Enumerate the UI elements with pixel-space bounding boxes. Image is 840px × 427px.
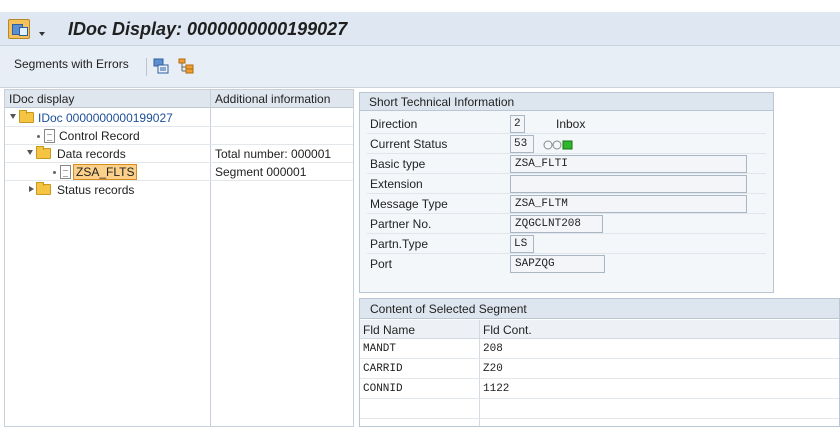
tree-header: IDoc display Additional information	[5, 90, 353, 108]
tree-bullet	[53, 171, 56, 174]
expand-right-icon[interactable]	[29, 186, 34, 192]
partner-type-field[interactable]: LS	[510, 235, 534, 253]
field-label: Partn.Type	[370, 237, 429, 251]
field-row-direction: Direction 2 Inbox	[367, 114, 766, 134]
table-row[interactable]: MANDT 208	[360, 340, 839, 359]
table-row[interactable]: CARRID Z20	[360, 360, 839, 379]
field-value-cell: 1122	[483, 383, 510, 395]
folder-open-icon	[19, 110, 34, 123]
field-label: Partner No.	[370, 217, 432, 231]
short-technical-info-panel: Short Technical Information Direction 2 …	[359, 92, 774, 293]
message-type-field[interactable]: ZSA_FLTM	[510, 195, 747, 213]
table-row[interactable]	[360, 400, 839, 419]
current-status-field[interactable]: 53	[510, 135, 534, 153]
field-label: Port	[370, 257, 393, 271]
folder-open-icon	[36, 146, 51, 159]
field-label: Basic type	[370, 157, 426, 171]
field-label: Extension	[370, 177, 423, 191]
tree-col-header-idoc-display[interactable]: IDoc display	[9, 92, 74, 106]
field-label: Message Type	[370, 197, 448, 211]
tree-item-label-selected: ZSA_FLTS	[73, 164, 138, 180]
port-field[interactable]: SAPZQG	[510, 255, 605, 273]
field-row-extension: Extension	[367, 174, 766, 194]
field-value-cell: Z20	[483, 363, 503, 375]
document-icon	[60, 165, 71, 179]
title-bar: IDoc Display: 0000000000199027	[0, 12, 840, 46]
tree-item-idoc[interactable]: IDoc 0000000000199027	[5, 109, 353, 127]
field-name-cell: CARRID	[363, 363, 403, 375]
table-row[interactable]: CONNID 1122	[360, 380, 839, 399]
field-value-cell: 208	[483, 343, 503, 355]
tree-item-control-record[interactable]: Control Record	[5, 127, 353, 145]
idoc-tree-panel: IDoc display Additional information IDoc…	[4, 89, 354, 427]
tree-item-label: IDoc 0000000000199027	[38, 111, 173, 125]
tree-item-data-records[interactable]: Data records Total number: 000001	[5, 145, 353, 163]
tree-item-label: Control Record	[59, 129, 140, 143]
partner-no-field[interactable]: ZQGCLNT208	[510, 215, 603, 233]
folder-closed-icon	[36, 182, 51, 195]
basic-type-field[interactable]: ZSA_FLTI	[510, 155, 747, 173]
tree-item-label: Status records	[57, 183, 135, 197]
field-row-partner-type: Partn.Type LS	[367, 234, 766, 254]
menu-dropdown-icon[interactable]	[39, 32, 45, 36]
direction-text: Inbox	[556, 117, 586, 131]
field-row-port: Port SAPZQG	[367, 254, 766, 274]
tree-item-info: Segment 000001	[215, 165, 307, 179]
structure-display-icon[interactable]	[153, 58, 169, 74]
field-row-current-status: Current Status 53	[367, 134, 766, 154]
toolbar-separator	[146, 58, 147, 76]
field-label: Direction	[370, 117, 418, 131]
field-label: Current Status	[370, 137, 448, 151]
expand-down-icon[interactable]	[10, 114, 16, 119]
tree-item-status-records[interactable]: Status records	[5, 181, 353, 199]
tree-item-segment-zsa-flts[interactable]: ZSA_FLTS Segment 000001	[5, 163, 353, 181]
direction-field[interactable]: 2	[510, 115, 525, 133]
idoc-app-icon[interactable]	[8, 19, 30, 39]
tree-col-header-additional-info[interactable]: Additional information	[215, 92, 330, 106]
segment-table-header: Fld Name Fld Cont.	[360, 320, 839, 339]
hierarchy-icon[interactable]	[178, 58, 194, 74]
tree-bullet	[37, 135, 40, 138]
field-row-basic-type: Basic type ZSA_FLTI	[367, 154, 766, 174]
status-traffic-light-icon	[543, 140, 573, 150]
toolbar: Segments with Errors	[0, 46, 840, 88]
tree-item-label: Data records	[57, 147, 126, 161]
tree-item-info: Total number: 000001	[215, 147, 332, 161]
field-name-cell: CONNID	[363, 383, 403, 395]
field-row-partner-no: Partner No. ZQGCLNT208	[367, 214, 766, 234]
col-header-fld-cont[interactable]: Fld Cont.	[483, 323, 532, 337]
panel-title-text: Short Technical Information	[369, 95, 515, 109]
field-name-cell: MANDT	[363, 343, 397, 355]
panel-title: Content of Selected Segment	[360, 299, 839, 319]
expand-down-icon[interactable]	[27, 150, 33, 155]
panel-title: Short Technical Information	[360, 93, 773, 111]
panel-title-text: Content of Selected Segment	[370, 302, 527, 316]
segments-with-errors-button[interactable]: Segments with Errors	[14, 57, 129, 71]
field-row-message-type: Message Type ZSA_FLTM	[367, 194, 766, 214]
extension-field[interactable]	[510, 175, 747, 193]
segment-content-panel: Content of Selected Segment Fld Name Fld…	[359, 298, 840, 427]
document-icon	[44, 129, 55, 143]
col-header-fld-name[interactable]: Fld Name	[363, 323, 415, 337]
window-title: IDoc Display: 0000000000199027	[68, 19, 348, 39]
